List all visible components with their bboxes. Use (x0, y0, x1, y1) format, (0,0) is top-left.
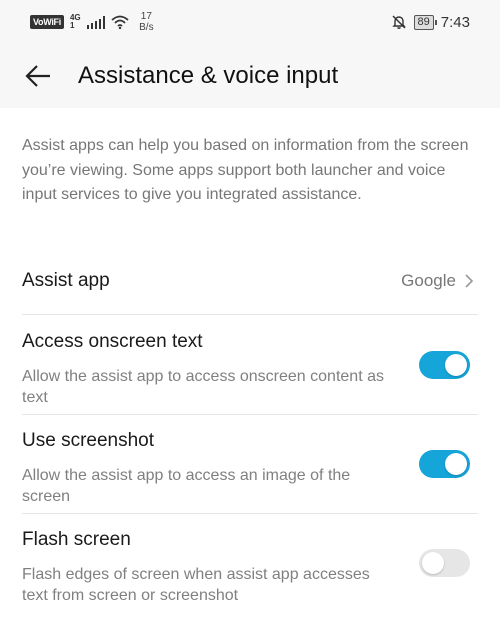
description-text: Assist apps can help you based on inform… (22, 137, 469, 203)
network-type: 4G 1 (70, 14, 81, 30)
notifications-muted-icon (391, 15, 406, 29)
flash-screen-toggle[interactable] (419, 549, 470, 577)
back-arrow-icon (25, 65, 50, 87)
toggle-knob (422, 552, 444, 574)
wifi-icon (111, 15, 129, 29)
assist-app-value[interactable]: Google (401, 271, 474, 291)
chevron-right-icon (465, 274, 474, 288)
status-bar-left: VoWiFi 4G 1 17 B/s (30, 11, 154, 33)
assist-app-value-label: Google (401, 271, 456, 290)
setting-subtitle: Allow the assist app to access onscreen … (22, 368, 384, 406)
network-speed-value: 17 (140, 11, 152, 22)
toggle-knob (445, 453, 467, 475)
setting-title: Flash screen (22, 529, 131, 550)
status-bar-right: 89 7:43 (391, 14, 470, 31)
page-title: Assistance & voice input (78, 62, 339, 89)
setting-subtitle: Allow the assist app to access an image … (22, 467, 351, 505)
app-header: Assistance & voice input (0, 44, 500, 108)
battery-icon: 89 (413, 14, 438, 30)
setting-subtitle: Flash edges of screen when assist app ac… (22, 566, 370, 604)
toggle-knob (445, 354, 467, 376)
setting-row-use-screenshot[interactable]: Use screenshot Allow the assist app to a… (0, 415, 500, 514)
setting-title: Use screenshot (22, 430, 155, 451)
status-bar: VoWiFi 4G 1 17 B/s 89 7:43 (0, 0, 500, 44)
access-onscreen-text-toggle[interactable] (419, 351, 470, 379)
network-speed: 17 B/s (139, 11, 153, 33)
setting-row-access-onscreen-text[interactable]: Access onscreen text Allow the assist ap… (0, 315, 500, 414)
network-speed-unit: B/s (139, 22, 154, 33)
clock: 7:43 (440, 13, 470, 31)
signal-strength-icon (86, 15, 106, 29)
back-button[interactable] (20, 58, 56, 94)
network-sub-label: 1 (69, 21, 75, 30)
vowifi-indicator: VoWiFi (30, 15, 64, 29)
setting-row-flash-screen[interactable]: Flash screen Flash edges of screen when … (0, 514, 500, 613)
setting-title: Access onscreen text (22, 331, 203, 352)
settings-list: Assist apps can help you based on inform… (0, 108, 500, 641)
assist-app-label: Assist app (22, 270, 110, 291)
use-screenshot-toggle[interactable] (419, 450, 470, 478)
